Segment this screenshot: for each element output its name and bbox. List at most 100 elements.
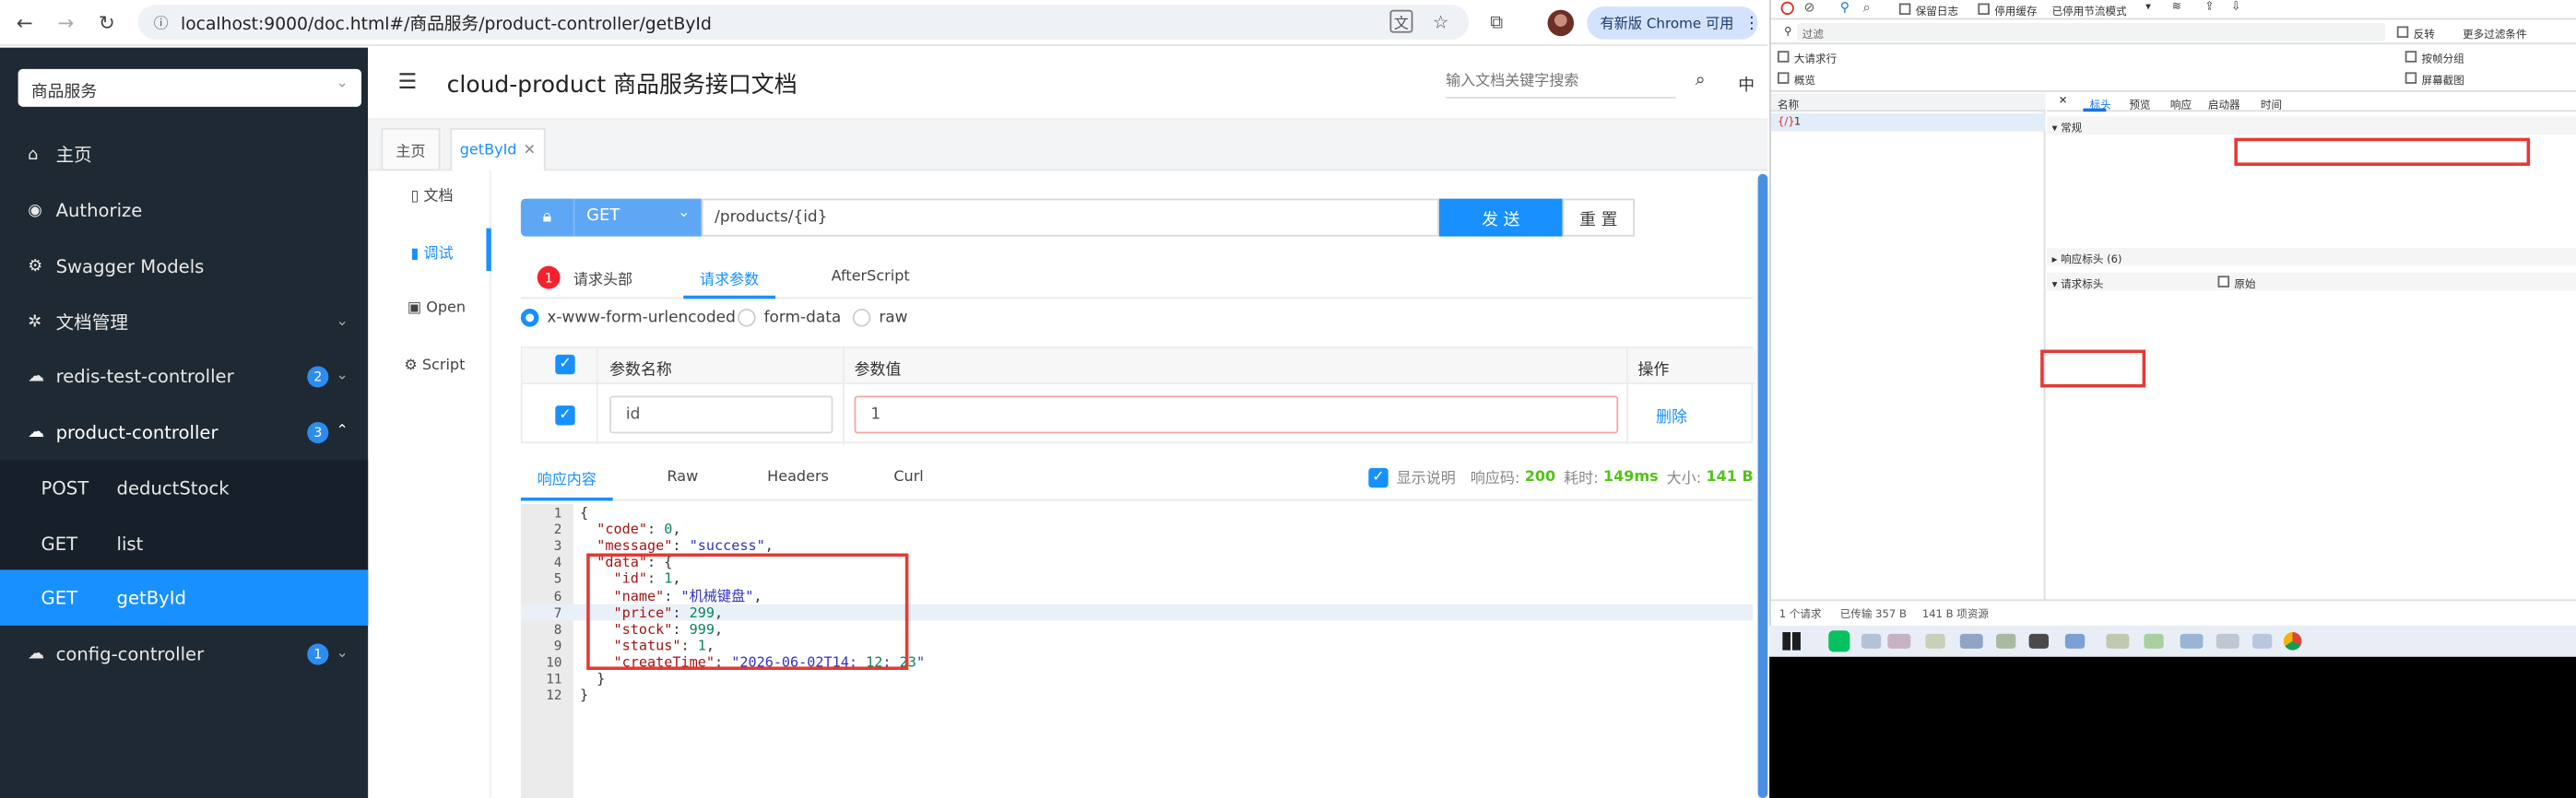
- taskbar-app-icon[interactable]: [2251, 633, 2273, 649]
- taskbar-app-icon[interactable]: [2106, 633, 2130, 649]
- tab-request-params[interactable]: 请求参数: [683, 260, 776, 299]
- screenshots-checkbox[interactable]: [2405, 72, 2417, 84]
- sidebar-item-home[interactable]: ⌂ 主页: [0, 126, 368, 182]
- reload-icon[interactable]: ↻: [95, 11, 118, 34]
- invert-checkbox[interactable]: [2396, 26, 2409, 38]
- taskbar-app-icon[interactable]: [1861, 633, 1882, 649]
- taskbar-app-icon[interactable]: [1887, 633, 1911, 649]
- radio-form-data[interactable]: form-data: [738, 308, 841, 327]
- tab-initiator[interactable]: 启动器: [2208, 95, 2240, 111]
- search-icon[interactable]: ⌕: [1689, 69, 1712, 92]
- kebab-menu-icon[interactable]: ⋮: [1743, 14, 1760, 32]
- tab-response[interactable]: 响应: [2170, 95, 2192, 111]
- taskbar-app-icon[interactable]: [1959, 633, 1983, 649]
- chrome-taskbar-icon[interactable]: [2283, 632, 2302, 651]
- sidebar-item-config-controller[interactable]: ☁ config-controller 1 ⌄: [0, 626, 368, 682]
- close-icon[interactable]: ✕: [524, 142, 536, 158]
- taskbar-app-icon[interactable]: [2180, 633, 2204, 649]
- subnav-doc[interactable]: ▯ 文档: [410, 184, 453, 205]
- update-chrome-button[interactable]: 有新版 Chrome 可用 ⋮: [1587, 6, 1760, 40]
- sidebar-item-doc-management[interactable]: ✲ 文档管理 ⌄: [0, 294, 368, 350]
- star-icon[interactable]: ☆: [1429, 10, 1452, 33]
- tab-headers[interactable]: Headers: [767, 470, 829, 487]
- taskbar-app-icon[interactable]: [2216, 633, 2239, 649]
- list-item[interactable]: {/} 1: [1770, 112, 2046, 132]
- download-icon[interactable]: ⇩: [2231, 0, 2240, 13]
- send-button[interactable]: 发 送: [1438, 198, 1563, 237]
- profile-avatar[interactable]: [1547, 9, 1575, 37]
- delete-param-link[interactable]: 删除: [1656, 404, 1687, 428]
- sidebar-item-product-controller[interactable]: ☁ product-controller 3 ⌃: [0, 404, 368, 460]
- sidebar-item-redis-test-controller[interactable]: ☁ redis-test-controller 2 ⌄: [0, 348, 368, 405]
- back-icon[interactable]: ←: [13, 11, 36, 34]
- subnav-open[interactable]: ▣ Open: [408, 300, 466, 317]
- taskbar-app-icon[interactable]: [2144, 633, 2164, 649]
- radio-raw[interactable]: raw: [852, 308, 907, 327]
- extensions-icon[interactable]: ⧉: [1485, 11, 1508, 34]
- tab-timing[interactable]: 时间: [2261, 95, 2282, 111]
- taskbar-app-icon[interactable]: [1996, 633, 2016, 649]
- tab-home[interactable]: 主页: [381, 127, 441, 171]
- sidebar-item-authorize[interactable]: ◉ Authorize: [0, 182, 368, 239]
- param-value-input[interactable]: 1: [854, 395, 1619, 434]
- api-item-deductStock[interactable]: POST deductStock: [0, 460, 368, 516]
- doc-search-input[interactable]: [1446, 65, 1676, 99]
- windows-start-icon[interactable]: [1782, 632, 1801, 651]
- throttle-select[interactable]: 已停用节流模式: [2052, 2, 2127, 18]
- site-info-icon[interactable]: ⓘ: [151, 11, 171, 32]
- api-item-list[interactable]: GET list: [0, 516, 368, 572]
- sidebar-item-swagger-models[interactable]: ⚙ Swagger Models: [0, 238, 368, 294]
- language-switch[interactable]: 中: [1738, 71, 1755, 96]
- filter-funnel-icon[interactable]: ⚲: [1840, 0, 1849, 15]
- api-item-getById[interactable]: GET getById: [0, 569, 369, 626]
- forward-icon[interactable]: →: [54, 11, 77, 34]
- tab-raw[interactable]: Raw: [667, 470, 698, 487]
- tab-preview[interactable]: 预览: [2129, 95, 2150, 111]
- clear-icon[interactable]: ⊘: [1804, 0, 1815, 15]
- big-rows-checkbox[interactable]: [1778, 51, 1790, 63]
- preserve-log-checkbox[interactable]: [1898, 3, 1911, 16]
- subnav-script[interactable]: ⚙ Script: [404, 358, 465, 374]
- disable-cache-checkbox[interactable]: [1978, 3, 1990, 16]
- wifi-icon[interactable]: ≋: [2172, 0, 2181, 13]
- close-icon[interactable]: ✕: [2059, 94, 2068, 107]
- taskbar-app-icon[interactable]: [2064, 633, 2086, 649]
- subnav-debug[interactable]: ▮ 调试: [410, 241, 453, 263]
- main-scrollbar-thumb[interactable]: [1757, 173, 1768, 798]
- translate-icon[interactable]: 文: [1389, 9, 1413, 33]
- subnav-label: Open: [426, 300, 467, 317]
- show-desc-checkbox[interactable]: ✓: [1368, 466, 1388, 487]
- select-all-checkbox[interactable]: ✓: [555, 354, 575, 375]
- row-checkbox[interactable]: ✓: [555, 405, 575, 426]
- param-name-input[interactable]: id: [609, 395, 833, 434]
- record-icon[interactable]: [1780, 1, 1794, 16]
- raw-checkbox[interactable]: [2217, 276, 2230, 288]
- menu-fold-icon[interactable]: ☰: [395, 69, 421, 96]
- search-icon[interactable]: ⌕: [1863, 0, 1871, 17]
- taskbar-app-icon[interactable]: [1925, 633, 1945, 649]
- main-scrollbar[interactable]: [1757, 173, 1768, 798]
- tab-getById[interactable]: getById ✕: [450, 127, 546, 171]
- more-filters-dropdown[interactable]: 更多过滤条件: [2463, 25, 2526, 41]
- group-by-frame-checkbox[interactable]: [2405, 51, 2417, 63]
- tab-request-headers[interactable]: 1 请求头部: [537, 260, 632, 296]
- reset-button[interactable]: 重 置: [1562, 198, 1635, 237]
- path-input[interactable]: /products/{id}: [701, 198, 1439, 237]
- overview-checkbox[interactable]: [1778, 72, 1790, 84]
- request-headers-section[interactable]: ▾ 请求标头 原始: [2047, 272, 2576, 291]
- tab-response-content[interactable]: 响应内容: [520, 458, 613, 501]
- general-section-header[interactable]: ▾ 常规: [2047, 116, 2576, 135]
- upload-icon[interactable]: ⇪: [2204, 0, 2214, 13]
- response-headers-section[interactable]: ▸ 响应标头 (6): [2047, 248, 2576, 266]
- response-tabs: 响应内容 Raw Headers Curl ✓ 显示说明 响应码: 200 耗时…: [520, 458, 1754, 501]
- tab-afterscript[interactable]: AfterScript: [832, 260, 910, 296]
- radio-x-www-form-urlencoded[interactable]: x-www-form-urlencoded: [520, 308, 736, 327]
- taskbar-app-icon[interactable]: [2028, 633, 2050, 649]
- filter-input[interactable]: 过滤: [1797, 22, 2386, 41]
- wechat-icon[interactable]: [1828, 630, 1850, 652]
- method-select[interactable]: GET ⌄: [573, 198, 702, 237]
- tab-curl[interactable]: Curl: [893, 470, 923, 487]
- lock-button[interactable]: 🔒︎: [520, 198, 573, 237]
- service-select[interactable]: 商品服务 ⌄: [18, 68, 362, 107]
- address-bar[interactable]: ⓘ localhost:9000/doc.html#/商品服务/product-…: [137, 5, 1470, 40]
